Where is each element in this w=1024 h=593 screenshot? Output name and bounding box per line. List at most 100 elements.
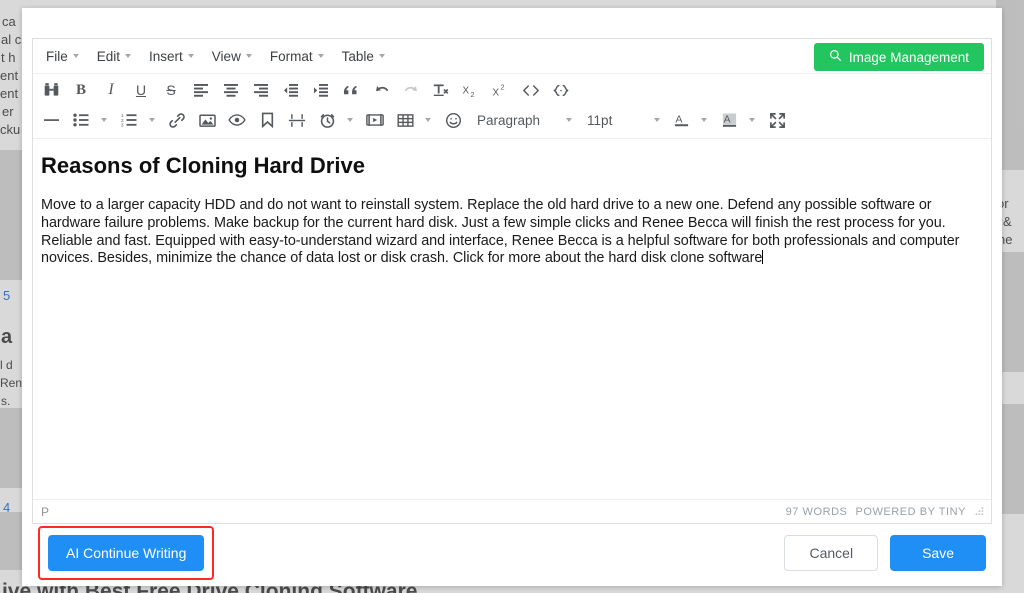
blockquote-icon[interactable]	[337, 77, 365, 103]
subscript-icon[interactable]: X 2	[457, 77, 485, 103]
font-size-value: 11pt	[587, 112, 613, 128]
bullet-list-options-chevron-down-icon[interactable]	[96, 107, 112, 133]
editor-statusbar: P 97 WORDS POWERED BY TINY	[33, 499, 991, 523]
strikethrough-icon[interactable]: S	[157, 77, 185, 103]
image-icon[interactable]	[193, 107, 221, 133]
menu-view[interactable]: View	[203, 46, 261, 67]
source-code-icon[interactable]	[547, 77, 575, 103]
align-right-icon[interactable]	[247, 77, 275, 103]
superscript-icon[interactable]: X 2	[487, 77, 515, 103]
menu-edit-label: Edit	[96, 48, 121, 64]
block-format-value: Paragraph	[477, 112, 541, 128]
block-format-select[interactable]: Paragraph	[468, 107, 578, 133]
menu-format-label: Format	[269, 48, 313, 64]
statusbar-right: 97 WORDS POWERED BY TINY	[786, 506, 987, 518]
align-left-icon[interactable]	[187, 77, 215, 103]
align-center-icon[interactable]	[217, 77, 245, 103]
indent-icon[interactable]	[307, 77, 335, 103]
emoticon-icon[interactable]	[439, 107, 467, 133]
chevron-down-icon	[749, 118, 756, 122]
svg-text:A: A	[723, 115, 730, 126]
text-color-options-chevron-down-icon[interactable]	[696, 107, 712, 133]
menu-table-label: Table	[341, 48, 374, 64]
fullscreen-icon[interactable]	[763, 107, 791, 133]
horizontal-rule-icon[interactable]	[37, 107, 65, 133]
underline-icon[interactable]: U	[127, 77, 155, 103]
search-replace-icon[interactable]	[37, 77, 65, 103]
ai-continue-writing-button[interactable]: AI Continue Writing	[48, 535, 205, 571]
chevron-down-icon	[101, 118, 107, 122]
svg-text:X: X	[462, 85, 469, 96]
chevron-down-icon	[72, 54, 79, 58]
menu-edit[interactable]: Edit	[88, 46, 140, 67]
dialog-footer: AI Continue Writing Cancel Save	[22, 524, 1002, 586]
toolbar-row-2: 1 2 3 Paragraph 11pt A A	[36, 105, 988, 135]
cancel-button[interactable]: Cancel	[784, 535, 879, 571]
media-icon[interactable]	[361, 107, 389, 133]
chevron-down-icon	[425, 118, 431, 122]
text-cursor	[762, 250, 764, 265]
undo-icon[interactable]	[367, 77, 395, 103]
menu-format[interactable]: Format	[261, 46, 333, 67]
italic-icon[interactable]: I	[97, 77, 125, 103]
redo-icon[interactable]	[397, 77, 425, 103]
svg-text:2: 2	[471, 89, 475, 97]
menu-insert[interactable]: Insert	[140, 46, 203, 67]
svg-text:A: A	[675, 115, 682, 126]
svg-text:X: X	[492, 87, 499, 98]
preview-icon[interactable]	[223, 107, 251, 133]
tiny-branding[interactable]: POWERED BY TINY	[855, 506, 966, 518]
chevron-down-icon	[701, 118, 708, 122]
document-paragraph: Move to a larger capacity HDD and do not…	[41, 197, 983, 268]
insert-datetime-options-chevron-down-icon[interactable]	[342, 107, 358, 133]
image-management-label: Image Management	[848, 49, 969, 65]
numbered-list-options-chevron-down-icon[interactable]	[144, 107, 160, 133]
ai-continue-writing-wrapper: AI Continue Writing	[38, 526, 215, 580]
menu-file[interactable]: File	[37, 46, 88, 67]
font-size-select[interactable]: 11pt	[578, 107, 666, 133]
search-icon	[829, 49, 842, 65]
menu-file-label: File	[46, 48, 68, 64]
tinymce-editor: File Edit Insert View Format Table Image…	[32, 38, 992, 524]
footer-actions: Cancel Save	[784, 535, 986, 571]
bullet-list-icon[interactable]	[67, 107, 95, 133]
chevron-down-icon	[378, 54, 385, 58]
svg-text:2: 2	[501, 83, 505, 92]
text-color-icon[interactable]: A	[667, 107, 695, 133]
document-paragraph-text: Move to a larger capacity HDD and do not…	[41, 197, 960, 267]
bookmark-icon[interactable]	[253, 107, 281, 133]
numbered-list-icon[interactable]: 1 2 3	[115, 107, 143, 133]
element-path[interactable]: P	[41, 505, 49, 519]
link-icon[interactable]	[163, 107, 191, 133]
code-icon[interactable]	[517, 77, 545, 103]
insert-datetime-icon[interactable]	[313, 107, 341, 133]
menu-view-label: View	[211, 48, 241, 64]
chevron-down-icon	[566, 118, 573, 122]
bold-icon[interactable]: B	[67, 77, 95, 103]
background-color-options-chevron-down-icon[interactable]	[744, 107, 760, 133]
chevron-down-icon	[245, 54, 252, 58]
clear-formatting-icon[interactable]	[427, 77, 455, 103]
menu-table[interactable]: Table	[333, 46, 394, 67]
background-color-icon[interactable]: A	[715, 107, 743, 133]
menu-insert-label: Insert	[149, 48, 183, 64]
editor-menubar: File Edit Insert View Format Table Image…	[33, 39, 991, 74]
chevron-down-icon	[187, 54, 194, 58]
image-management-button[interactable]: Image Management	[813, 43, 984, 71]
document-heading: Reasons of Cloning Hard Drive	[41, 153, 365, 178]
save-button[interactable]: Save	[890, 535, 986, 571]
chevron-down-icon	[149, 118, 155, 122]
resize-handle-icon[interactable]	[974, 506, 985, 517]
chevron-down-icon	[317, 54, 324, 58]
chevron-down-icon	[347, 118, 353, 122]
page-break-icon[interactable]	[283, 107, 311, 133]
editor-content-area[interactable]: Reasons of Cloning Hard Drive Move to a …	[33, 139, 991, 499]
table-options-chevron-down-icon[interactable]	[420, 107, 436, 133]
outdent-icon[interactable]	[277, 77, 305, 103]
toolbar-row-1: B I U S X 2 X 2	[36, 75, 988, 105]
table-icon[interactable]	[391, 107, 419, 133]
editor-toolbar: B I U S X 2 X 2 1 2 3 Paragraph 11pt A A	[33, 74, 991, 139]
word-count: 97 WORDS	[785, 505, 848, 518]
chevron-down-icon	[125, 54, 132, 58]
chevron-down-icon	[654, 118, 661, 122]
